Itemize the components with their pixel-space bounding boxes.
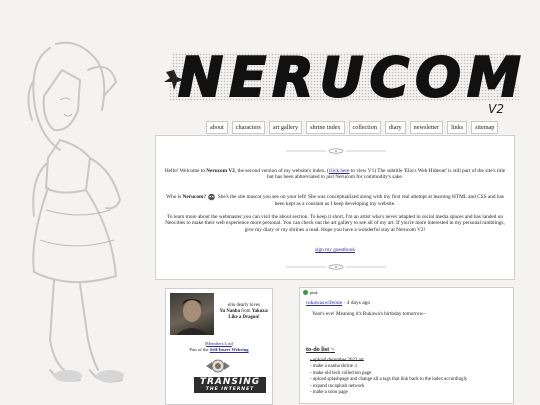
transing-the-internet-badge[interactable]: TRANSING THE INTERNET	[194, 377, 266, 393]
webring-info: [Members List] Part of the Self-Insert W…	[189, 341, 249, 352]
nav-links[interactable]: links	[447, 121, 468, 134]
favorites-panel: elio dearly loves Yu Nanba from Yakuza: …	[165, 288, 273, 405]
pencil-icon: ✎	[330, 348, 335, 353]
nav-collection[interactable]: collection	[348, 121, 381, 134]
character-photo	[170, 293, 214, 335]
todo-list: - upload december 2023 art - make a nanba…	[310, 358, 467, 396]
logo-text: NERUCOM	[177, 45, 527, 110]
status-text: Year's eve! Meaning it's Rukawa's birthd…	[312, 311, 426, 317]
guestbook-link[interactable]: sign my guestbook	[315, 247, 355, 253]
nav-art-gallery[interactable]: art gallery	[268, 121, 303, 134]
status-panel: pink rukawaswifeone · 4 days ago Year's …	[299, 287, 514, 404]
main-nav: about characters art gallery shrine inde…	[206, 121, 499, 134]
nav-sitemap[interactable]: sitemap	[471, 121, 499, 134]
todo-item: - upload splashpage and change all a tag…	[310, 377, 468, 383]
self-insert-webring-link[interactable]: Self-Insert Webring	[210, 347, 249, 352]
site-logo: NERUCOM V2	[160, 44, 530, 116]
members-list-link[interactable]: Members List	[206, 341, 232, 346]
nav-about[interactable]: about	[206, 121, 228, 134]
status-dot-icon	[303, 290, 308, 295]
intro-paragraph-2: Who is Nerucom? She's the site mascot yo…	[166, 193, 504, 207]
ornament-divider-bottom	[286, 264, 386, 270]
intro-paragraph-1: Hello! Welcome to Nerucom V2, the second…	[164, 168, 506, 181]
intro-panel: Hello! Welcome to Nerucom V2, the second…	[155, 135, 515, 280]
webring-badge-icon[interactable]	[206, 359, 230, 373]
status-timestamp: 4 days ago	[346, 300, 371, 306]
nav-diary[interactable]: diary	[384, 121, 406, 134]
status-tag: pink	[303, 290, 318, 295]
todo-item: - make a sonu page	[310, 390, 348, 396]
nav-shrine-index[interactable]: shrine index	[306, 121, 345, 134]
todo-title: to-do list ✎	[306, 346, 335, 353]
intro-paragraph-3: To learn more about the webmaster you ca…	[165, 214, 505, 233]
status-username-link[interactable]: rukawaswifeone	[306, 300, 342, 306]
ornament-divider-top	[286, 148, 386, 154]
status-header: rukawaswifeone · 4 days ago	[306, 300, 370, 306]
nav-newsletter[interactable]: newsletter	[409, 121, 444, 134]
nav-characters[interactable]: characters	[231, 121, 265, 134]
mascot-illustration	[27, 41, 124, 383]
favorite-character-text: elio dearly loves Yu Nanba from Yakuza: …	[219, 303, 269, 321]
logo-version: V2	[488, 102, 504, 116]
guestbook-paragraph: sign my guestbook	[164, 247, 506, 253]
